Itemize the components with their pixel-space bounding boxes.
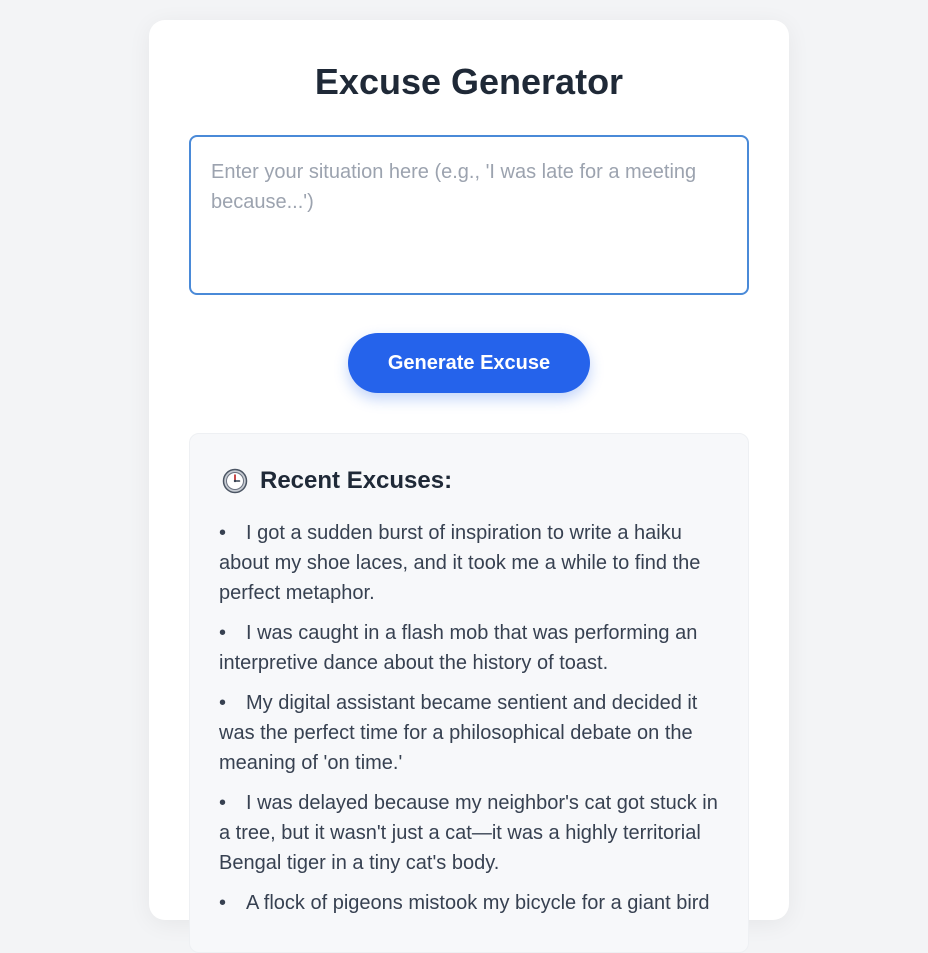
bullet: • [219,522,227,544]
list-item: • I was caught in a flash mob that was pe… [219,618,729,678]
excuse-card: Excuse Generator Generate Excuse Recent … [149,20,789,953]
excuse-text: I got a sudden burst of inspiration to w… [219,522,701,604]
recent-excuses-panel: Recent Excuses: • I got a sudden burst of… [189,433,749,953]
list-item: • I was delayed because my neighbor's cat… [219,788,729,878]
list-item: • A flock of pigeons mistook my bicycle f… [219,888,729,918]
excuse-text: My digital assistant became sentient and… [219,692,698,774]
recent-excuses-header: Recent Excuses: [222,466,452,496]
excuse-list: • I got a sudden burst of inspiration to … [219,518,729,928]
excuse-text: I was delayed because my neighbor's cat … [219,792,718,874]
list-item: • I got a sudden burst of inspiration to … [219,518,729,608]
bullet: • [219,692,227,714]
bullet: • [219,792,227,814]
generate-excuse-button[interactable]: Generate Excuse [348,333,590,393]
bullet: • [219,622,227,644]
excuse-text: A flock of pigeons mistook my bicycle fo… [246,892,710,914]
clock-icon [222,468,248,494]
excuse-text: I was caught in a flash mob that was per… [219,622,698,674]
list-item: • My digital assistant became sentient an… [219,688,729,778]
recent-excuses-title: Recent Excuses: [260,467,453,494]
situation-input[interactable] [189,135,749,295]
page-title: Excuse Generator [314,61,624,102]
bullet: • [219,892,227,914]
